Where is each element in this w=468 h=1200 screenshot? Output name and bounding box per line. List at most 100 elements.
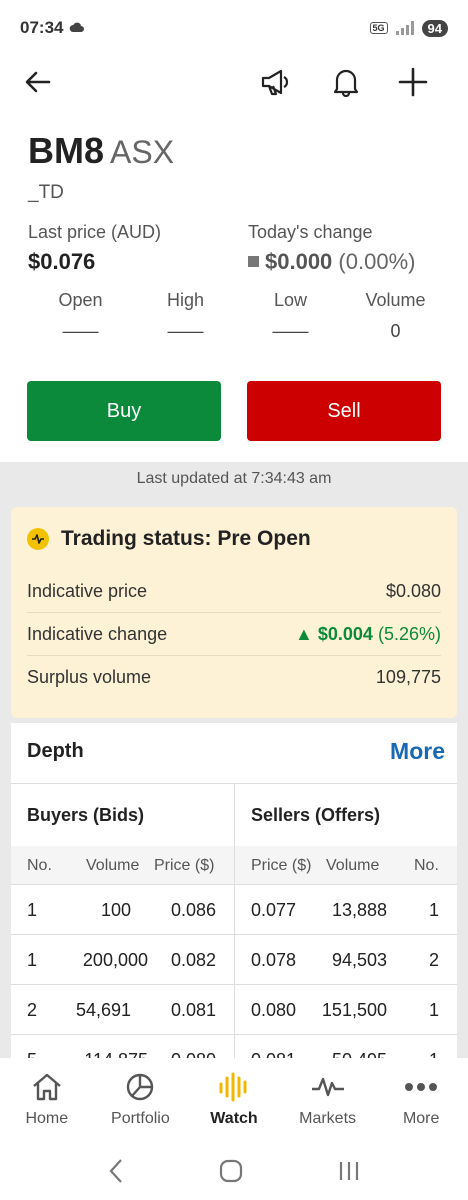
alerts-button[interactable] xyxy=(326,62,366,102)
nav-home[interactable]: Home xyxy=(0,1058,94,1146)
no-change-square-icon xyxy=(248,256,259,267)
row-label: Indicative price xyxy=(27,580,148,601)
bid-price: 0.082 xyxy=(170,950,216,970)
toolbar xyxy=(0,56,468,108)
price-row: Last price (AUD) $0.076 Today's change $… xyxy=(28,222,448,275)
last-updated-text: Last updated at 7:34:43 am xyxy=(136,470,332,487)
nav-portfolio[interactable]: Portfolio xyxy=(94,1058,188,1146)
stat-label: Open xyxy=(58,290,103,310)
company-name: _TD xyxy=(28,182,64,203)
stat-label: High xyxy=(166,290,205,310)
stock-header: BM8 ASX xyxy=(28,130,174,172)
exchange-code: ASX xyxy=(110,134,175,170)
nav-markets[interactable]: Markets xyxy=(281,1058,375,1146)
offer-price: 0.080 xyxy=(251,1000,297,1020)
change-amount: $0.004 xyxy=(317,623,373,644)
stat-low: Low —— xyxy=(238,290,343,342)
divider xyxy=(11,884,457,885)
pulse-icon xyxy=(27,528,49,550)
megaphone-icon xyxy=(261,69,289,96)
bid-volume: 100 xyxy=(100,900,131,920)
announcements-button[interactable] xyxy=(256,62,296,102)
todays-change-pct: (0.00%) xyxy=(338,249,416,274)
stat-value: —— xyxy=(167,321,204,341)
trading-status-card: Trading status: Pre Open Indicative pric… xyxy=(11,507,457,718)
row-label: Indicative change xyxy=(27,623,168,644)
divider xyxy=(11,984,457,985)
markets-icon xyxy=(310,1070,346,1104)
signal-icon xyxy=(395,21,414,35)
row-value: 109,775 xyxy=(375,666,441,687)
bell-icon xyxy=(333,69,359,97)
stat-high: High —— xyxy=(133,290,238,342)
depth-card: Depth More Buyers (Bids) Sellers (Offers… xyxy=(11,723,457,1103)
stat-value: —— xyxy=(272,321,309,341)
nav-more[interactable]: More xyxy=(374,1058,468,1146)
depth-more-link[interactable]: More xyxy=(390,738,445,765)
system-home-button[interactable] xyxy=(219,1159,243,1188)
stat-open: Open —— xyxy=(28,290,133,342)
system-back-button[interactable] xyxy=(108,1158,124,1189)
divider xyxy=(11,934,457,935)
row-value: $0.080 xyxy=(385,580,441,601)
divider xyxy=(11,1034,457,1035)
todays-change: $0.000 (0.00%) xyxy=(248,249,415,275)
bottom-nav: Home Portfolio Watch Markets More xyxy=(0,1058,468,1146)
offer-volume: 94,503 xyxy=(331,950,387,970)
offer-count: 2 xyxy=(428,950,439,970)
surplus-volume-row: Surplus volume 109,775 xyxy=(27,656,441,698)
stat-value: 0 xyxy=(390,321,401,341)
offer-count: 1 xyxy=(428,1000,439,1020)
col-header-seller-volume: Volume xyxy=(326,857,380,874)
offer-volume: 151,500 xyxy=(321,1000,387,1020)
col-header-buyer-price: Price ($) xyxy=(154,857,215,874)
network-badge: 5G xyxy=(369,22,388,34)
trading-status-heading: Trading status: Pre Open xyxy=(27,527,311,551)
indicative-price-row: Indicative price $0.080 xyxy=(27,570,441,612)
trading-status-title: Trading status: Pre Open xyxy=(61,527,311,550)
indicative-change-value: ▲ $0.004 (5.26%) xyxy=(295,624,441,645)
battery-indicator: 94 xyxy=(421,19,448,37)
sellers-title: Sellers (Offers) xyxy=(251,805,381,825)
bid-volume: 200,000 xyxy=(82,950,148,970)
bid-price: 0.086 xyxy=(170,900,216,920)
more-icon xyxy=(404,1070,438,1104)
col-header-buyer-volume: Volume xyxy=(86,857,140,874)
nav-label: Markets xyxy=(299,1110,357,1127)
status-time: 07:34 xyxy=(20,18,64,37)
nav-label: Watch xyxy=(210,1110,258,1127)
stat-value: —— xyxy=(62,321,99,341)
stat-label: Volume xyxy=(365,290,426,310)
buy-button[interactable]: Buy xyxy=(27,381,221,441)
back-button[interactable] xyxy=(18,62,58,102)
home-icon xyxy=(31,1070,63,1104)
offer-count: 1 xyxy=(428,900,439,920)
system-recents-button[interactable] xyxy=(338,1160,360,1187)
add-button[interactable] xyxy=(393,62,433,102)
sell-button[interactable]: Sell xyxy=(247,381,441,441)
stock-code: BM8 xyxy=(28,130,105,171)
depth-title: Depth xyxy=(27,740,84,762)
up-arrow-icon: ▲ xyxy=(295,623,313,644)
bid-count: 2 xyxy=(27,1000,38,1020)
col-header-buyer-no: No. xyxy=(27,857,52,874)
indicative-change-row: Indicative change ▲ $0.004 (5.26%) xyxy=(27,613,441,655)
col-header-seller-price: Price ($) xyxy=(251,857,312,874)
bid-price: 0.081 xyxy=(170,1000,216,1020)
stat-volume: Volume 0 xyxy=(343,290,448,342)
offer-price: 0.078 xyxy=(251,950,297,970)
bid-count: 1 xyxy=(27,900,38,920)
todays-change-value: $0.000 xyxy=(265,249,333,274)
row-label: Surplus volume xyxy=(27,666,152,687)
nav-label: Portfolio xyxy=(111,1110,170,1127)
back-arrow-icon xyxy=(25,71,51,93)
nav-watch[interactable]: Watch xyxy=(187,1058,281,1146)
price-stats: Open —— High —— Low —— Volume 0 xyxy=(28,290,448,342)
offer-volume: 13,888 xyxy=(331,900,387,920)
portfolio-icon xyxy=(124,1070,156,1104)
plus-icon xyxy=(398,67,428,97)
todays-change-label: Today's change xyxy=(248,222,373,242)
status-bar: 07:34 5G 94 xyxy=(0,0,468,56)
cloud-icon xyxy=(69,20,85,36)
watch-icon xyxy=(217,1070,251,1104)
